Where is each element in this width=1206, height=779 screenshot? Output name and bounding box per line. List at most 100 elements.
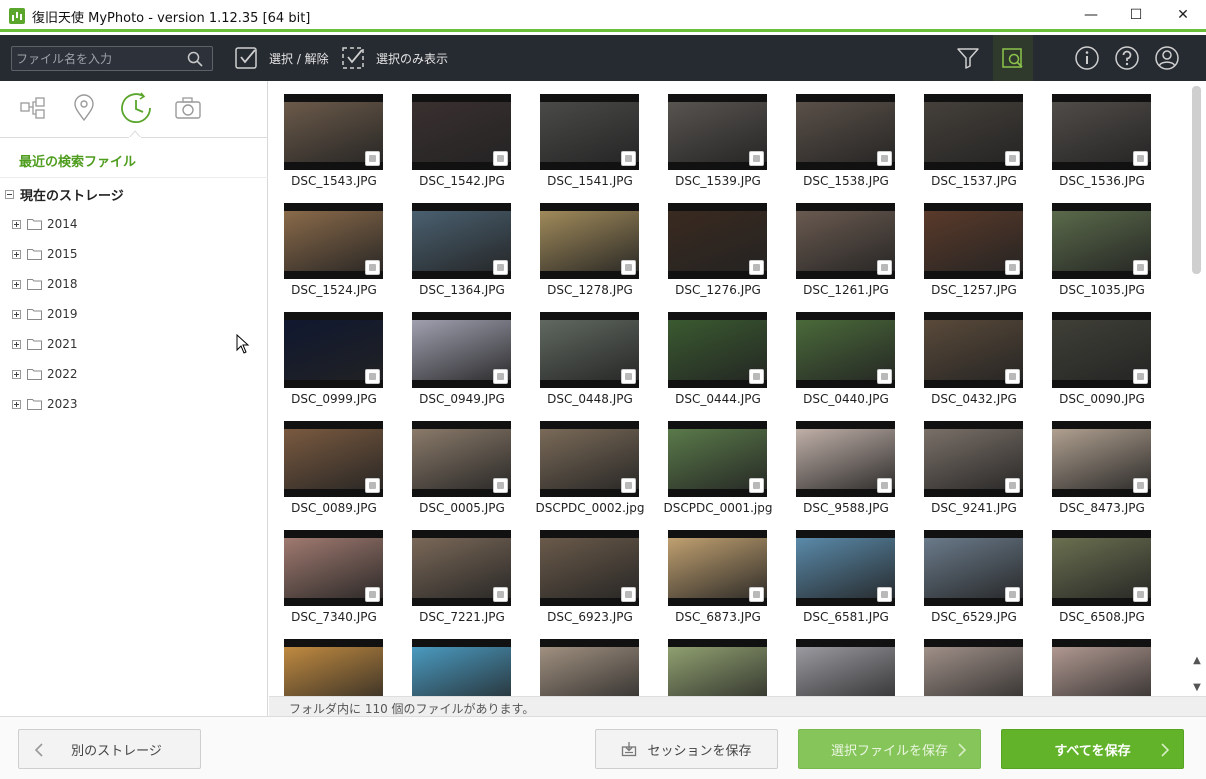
- photo-thumbnail[interactable]: [796, 203, 895, 279]
- scroll-down-arrow-icon[interactable]: ▼: [1190, 682, 1204, 694]
- photo-thumbnail[interactable]: [1052, 203, 1151, 279]
- photo-thumbnail[interactable]: [540, 639, 639, 696]
- expand-icon[interactable]: [12, 219, 21, 229]
- select-checkbox[interactable]: [621, 478, 636, 493]
- photo-thumbnail[interactable]: [412, 639, 511, 696]
- photo-thumbnail[interactable]: [412, 312, 511, 388]
- photo-thumbnail[interactable]: [924, 94, 1023, 170]
- recent-search-files-link[interactable]: 最近の検索ファイル: [19, 151, 136, 170]
- photo-thumbnail[interactable]: [1052, 530, 1151, 606]
- photo-thumbnail[interactable]: [412, 203, 511, 279]
- photo-thumbnail[interactable]: [412, 94, 511, 170]
- select-checkbox[interactable]: [749, 260, 764, 275]
- collapse-icon[interactable]: [5, 190, 14, 199]
- photo-thumbnail[interactable]: [924, 421, 1023, 497]
- folder-node[interactable]: 2023: [12, 394, 78, 414]
- info-icon[interactable]: [1074, 45, 1100, 71]
- tree-view-icon[interactable]: [18, 93, 48, 123]
- select-checkbox[interactable]: [749, 587, 764, 602]
- photo-thumbnail[interactable]: [284, 421, 383, 497]
- select-checkbox[interactable]: [493, 369, 508, 384]
- user-icon[interactable]: [1154, 45, 1180, 71]
- folder-node[interactable]: 2014: [12, 214, 78, 234]
- select-checkbox[interactable]: [877, 478, 892, 493]
- select-checkbox[interactable]: [1005, 369, 1020, 384]
- photo-thumbnail[interactable]: [796, 312, 895, 388]
- scroll-up-arrow-icon[interactable]: ▲: [1190, 655, 1204, 667]
- select-toggle-button[interactable]: 選択 / 解除: [234, 45, 329, 71]
- photo-thumbnail[interactable]: [668, 312, 767, 388]
- scrollbar-thumb[interactable]: [1192, 86, 1201, 274]
- select-checkbox[interactable]: [365, 369, 380, 384]
- photo-thumbnail[interactable]: [924, 203, 1023, 279]
- photo-thumbnail[interactable]: [412, 530, 511, 606]
- select-checkbox[interactable]: [621, 587, 636, 602]
- expand-icon[interactable]: [12, 279, 21, 289]
- camera-icon[interactable]: [173, 93, 203, 123]
- photo-thumbnail[interactable]: [796, 530, 895, 606]
- select-checkbox[interactable]: [493, 260, 508, 275]
- select-checkbox[interactable]: [749, 369, 764, 384]
- photo-thumbnail[interactable]: [284, 639, 383, 696]
- folder-node[interactable]: 2018: [12, 274, 78, 294]
- search-input[interactable]: [16, 49, 181, 68]
- photo-thumbnail[interactable]: [284, 203, 383, 279]
- photo-thumbnail[interactable]: [1052, 421, 1151, 497]
- expand-icon[interactable]: [12, 399, 21, 409]
- photo-thumbnail[interactable]: [284, 530, 383, 606]
- expand-icon[interactable]: [12, 339, 21, 349]
- photo-thumbnail[interactable]: [668, 94, 767, 170]
- photo-thumbnail[interactable]: [1052, 639, 1151, 696]
- select-checkbox[interactable]: [1133, 260, 1148, 275]
- photo-thumbnail[interactable]: [284, 94, 383, 170]
- photo-thumbnail[interactable]: [668, 639, 767, 696]
- folder-node[interactable]: 2022: [12, 364, 78, 384]
- photo-thumbnail[interactable]: [668, 530, 767, 606]
- filter-icon[interactable]: [955, 45, 981, 71]
- folder-node[interactable]: 2021: [12, 334, 78, 354]
- select-checkbox[interactable]: [365, 587, 380, 602]
- folder-node[interactable]: 2019: [12, 304, 78, 324]
- other-storage-button[interactable]: 別のストレージ: [18, 729, 201, 769]
- preview-search-icon[interactable]: [1000, 45, 1026, 71]
- photo-thumbnail[interactable]: [540, 94, 639, 170]
- photo-thumbnail[interactable]: [540, 203, 639, 279]
- select-checkbox[interactable]: [365, 478, 380, 493]
- select-checkbox[interactable]: [1133, 478, 1148, 493]
- photo-thumbnail[interactable]: [540, 421, 639, 497]
- photo-thumbnail[interactable]: [540, 312, 639, 388]
- photo-thumbnail[interactable]: [924, 312, 1023, 388]
- select-checkbox[interactable]: [1133, 151, 1148, 166]
- minimize-button[interactable]: —: [1068, 0, 1114, 30]
- photo-thumbnail[interactable]: [540, 530, 639, 606]
- select-checkbox[interactable]: [749, 478, 764, 493]
- select-checkbox[interactable]: [493, 587, 508, 602]
- help-icon[interactable]: [1114, 45, 1140, 71]
- select-checkbox[interactable]: [365, 151, 380, 166]
- photo-thumbnail[interactable]: [796, 421, 895, 497]
- close-button[interactable]: ✕: [1160, 0, 1206, 30]
- photo-thumbnail[interactable]: [796, 94, 895, 170]
- photo-thumbnail[interactable]: [796, 639, 895, 696]
- show-selected-button[interactable]: 選択のみ表示: [341, 45, 448, 71]
- photo-thumbnail[interactable]: [668, 421, 767, 497]
- maximize-button[interactable]: ☐: [1113, 0, 1159, 30]
- select-checkbox[interactable]: [877, 587, 892, 602]
- select-checkbox[interactable]: [749, 151, 764, 166]
- select-checkbox[interactable]: [493, 151, 508, 166]
- expand-icon[interactable]: [12, 309, 21, 319]
- search-icon[interactable]: [187, 51, 203, 67]
- select-checkbox[interactable]: [1005, 151, 1020, 166]
- photo-thumbnail[interactable]: [412, 421, 511, 497]
- photo-thumbnail[interactable]: [668, 203, 767, 279]
- photo-thumbnail[interactable]: [1052, 312, 1151, 388]
- select-checkbox[interactable]: [621, 369, 636, 384]
- photo-thumbnail[interactable]: [924, 530, 1023, 606]
- select-checkbox[interactable]: [493, 478, 508, 493]
- select-checkbox[interactable]: [877, 369, 892, 384]
- select-checkbox[interactable]: [621, 260, 636, 275]
- expand-icon[interactable]: [12, 249, 21, 259]
- select-checkbox[interactable]: [1005, 260, 1020, 275]
- select-checkbox[interactable]: [877, 151, 892, 166]
- photo-thumbnail[interactable]: [924, 639, 1023, 696]
